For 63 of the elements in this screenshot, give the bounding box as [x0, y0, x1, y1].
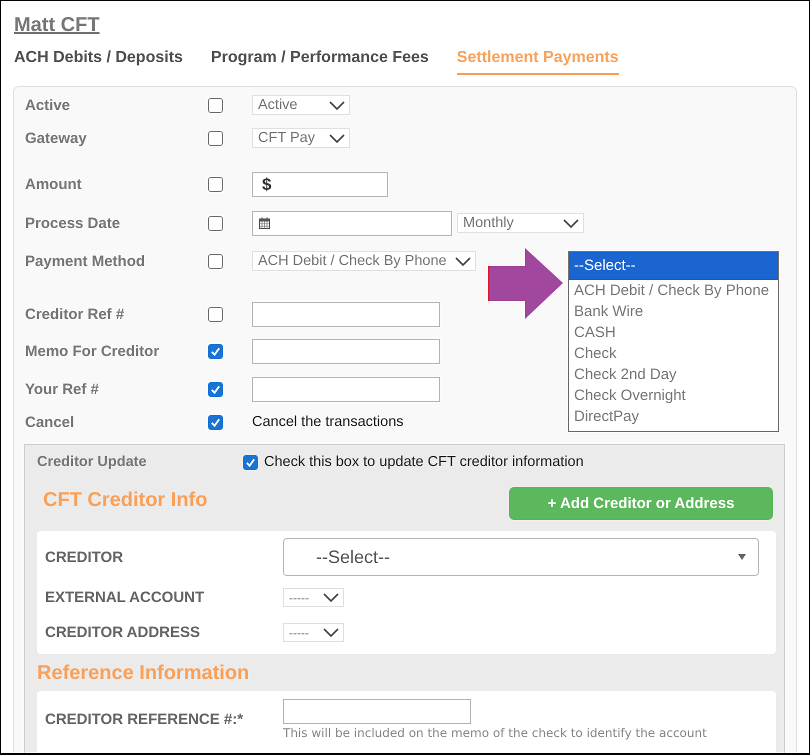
field-label: CREDITOR REFERENCE #:*	[45, 711, 244, 728]
field-label: Process Date	[25, 214, 122, 232]
field-label: CREDITOR	[45, 548, 124, 566]
chevron-down-icon	[323, 628, 339, 637]
input-field[interactable]	[283, 699, 471, 724]
dropdown-option[interactable]: CASH	[569, 322, 778, 343]
checkbox[interactable]	[243, 454, 258, 470]
input-field[interactable]	[252, 338, 440, 364]
section-heading: Reference Information	[37, 661, 250, 686]
select-field[interactable]: ACH Debit / Check By Phone	[252, 251, 476, 271]
field-label: Creditor Ref #	[25, 306, 126, 322]
checkbox-label: Check this box to update CFT creditor information	[264, 454, 584, 470]
caret-icon	[738, 554, 746, 560]
input-field[interactable]	[252, 302, 440, 326]
field-label: Gateway	[25, 130, 88, 146]
tab[interactable]: Program / Performance Fees	[210, 48, 429, 75]
checkbox[interactable]	[208, 216, 223, 230]
checkbox[interactable]	[208, 306, 223, 322]
chevron-down-icon	[329, 100, 345, 110]
dropdown-option[interactable]: Check	[569, 343, 778, 364]
dropdown-option[interactable]: --Select--	[569, 252, 778, 280]
creditor-select[interactable]: --Select--	[283, 538, 759, 576]
checkbox[interactable]	[208, 414, 223, 430]
checkbox[interactable]	[208, 98, 223, 112]
checkbox-label: Cancel the transactions	[252, 414, 404, 430]
field-hint: This will be included on the memo of the check to identify the account	[283, 726, 707, 740]
calendar-icon	[259, 217, 270, 229]
field-label: Cancel	[25, 414, 76, 430]
add-creditor-button[interactable]: + Add Creditor or Address	[509, 487, 773, 520]
select-field[interactable]: CFT Pay	[252, 128, 350, 148]
select-field[interactable]: Active	[252, 95, 350, 115]
dropdown-option[interactable]: DirectPay	[569, 406, 778, 427]
field-label: Payment Method	[25, 252, 146, 270]
section-heading: CFT Creditor Info	[43, 488, 208, 513]
checkbox[interactable]	[208, 130, 223, 146]
checkbox[interactable]	[208, 382, 223, 396]
field-label: Active	[25, 96, 72, 114]
input-field[interactable]	[252, 376, 440, 402]
field-label: Memo For Creditor	[25, 342, 160, 360]
checkbox[interactable]	[208, 176, 223, 192]
date-field[interactable]	[252, 210, 452, 236]
field-label: Amount	[25, 176, 83, 192]
field-label: EXTERNAL ACCOUNT	[45, 589, 206, 606]
dropdown-option[interactable]: Bank Wire	[569, 301, 778, 322]
dropdown-option[interactable]: Check Overnight	[569, 385, 778, 406]
arrow-icon	[488, 248, 564, 320]
dropdown-option[interactable]: ACH Debit / Check By Phone	[569, 280, 778, 301]
checkbox[interactable]	[208, 254, 223, 268]
chevron-down-icon	[563, 218, 579, 228]
select-field[interactable]: Monthly	[457, 213, 584, 233]
field-label: Creditor Update	[37, 454, 148, 470]
chevron-down-icon	[454, 256, 471, 266]
chevron-down-icon	[323, 593, 339, 602]
select-field[interactable]: -----	[283, 623, 344, 642]
select-field[interactable]: -----	[283, 588, 344, 607]
page-title: Matt CFT	[14, 13, 100, 37]
field-label: CREDITOR ADDRESS	[45, 624, 202, 641]
amount-field[interactable]: $	[252, 172, 388, 196]
tab[interactable]: ACH Debits / Deposits	[14, 48, 183, 75]
chevron-down-icon	[329, 134, 345, 142]
dropdown-option[interactable]: Check 2nd Day	[569, 364, 778, 385]
checkbox[interactable]	[208, 344, 223, 358]
field-label: Your Ref #	[25, 380, 100, 398]
